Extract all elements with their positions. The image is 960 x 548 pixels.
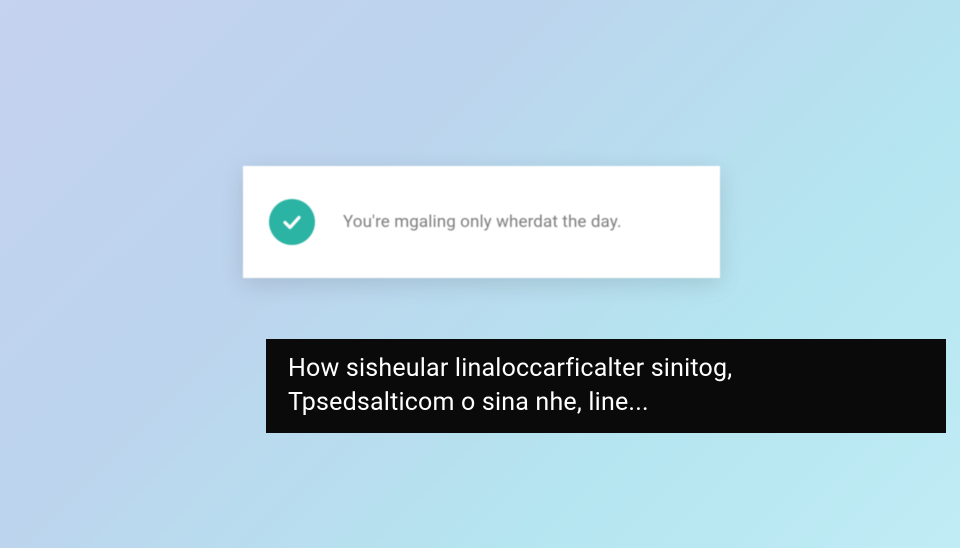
caption-bar: How sisheular linaloccarficalter sinitog… — [266, 339, 946, 433]
caption-text: How sisheular linaloccarficalter sinitog… — [288, 352, 924, 420]
notification-message: You're mgaling only wherdat the day. — [343, 212, 622, 232]
check-icon — [269, 199, 315, 245]
notification-card: You're mgaling only wherdat the day. — [243, 166, 720, 278]
